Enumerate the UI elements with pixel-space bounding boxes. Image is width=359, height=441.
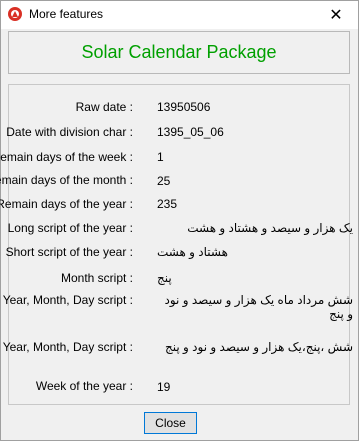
ymd-script-value-1: شش مرداد ماه یک هزار و سیصد و نود و پنج [164, 293, 353, 321]
short-script-value: هشتاد و هشت [157, 245, 228, 259]
package-title: Solar Calendar Package [81, 42, 277, 62]
remain-year-label: Remain days of the year : [0, 197, 133, 211]
title-bar[interactable]: More features ✕ [1, 1, 358, 29]
ymd-script-label-2: Year, Month, Day script : [2, 340, 133, 354]
header-panel: Solar Calendar Package [8, 31, 350, 74]
week-of-year-value: 19 [157, 380, 171, 394]
remain-week-value: 1 [157, 150, 164, 164]
month-script-label: Month script : [60, 271, 133, 285]
remain-month-value: 25 [157, 174, 171, 188]
raw-date-label: Raw date : [75, 100, 133, 114]
short-script-label: Short script of the year : [5, 245, 133, 259]
raw-date-value: 13950506 [157, 100, 211, 114]
ymd-script-value-2: شش ،پنج،یک هزار و سیصد و نود و پنج [165, 340, 353, 354]
window-title: More features [29, 7, 104, 21]
more-features-window: More features ✕ Solar Calendar Package R… [0, 0, 359, 441]
remain-year-value: 235 [157, 197, 178, 211]
division-date-value: 1395_05_06 [157, 125, 224, 139]
week-of-year-label: Week of the year : [35, 379, 133, 393]
long-script-label: Long script of the year : [7, 221, 133, 235]
month-script-value: پنج [157, 271, 172, 285]
long-script-value: یک هزار و سیصد و هشتاد و هشت [187, 221, 353, 235]
app-icon [8, 7, 22, 21]
ymd-script-label-1: Year, Month, Day script : [2, 293, 133, 307]
close-icon[interactable]: ✕ [314, 1, 358, 29]
remain-month-label: Remain days of the month : [0, 173, 133, 187]
remain-week-label: Remain days of the week : [0, 150, 133, 164]
features-panel: Raw date : 13950506 Date with division c… [0, 84, 353, 405]
division-date-label: Date with division char : [6, 125, 133, 139]
close-button[interactable]: Close [144, 412, 197, 434]
